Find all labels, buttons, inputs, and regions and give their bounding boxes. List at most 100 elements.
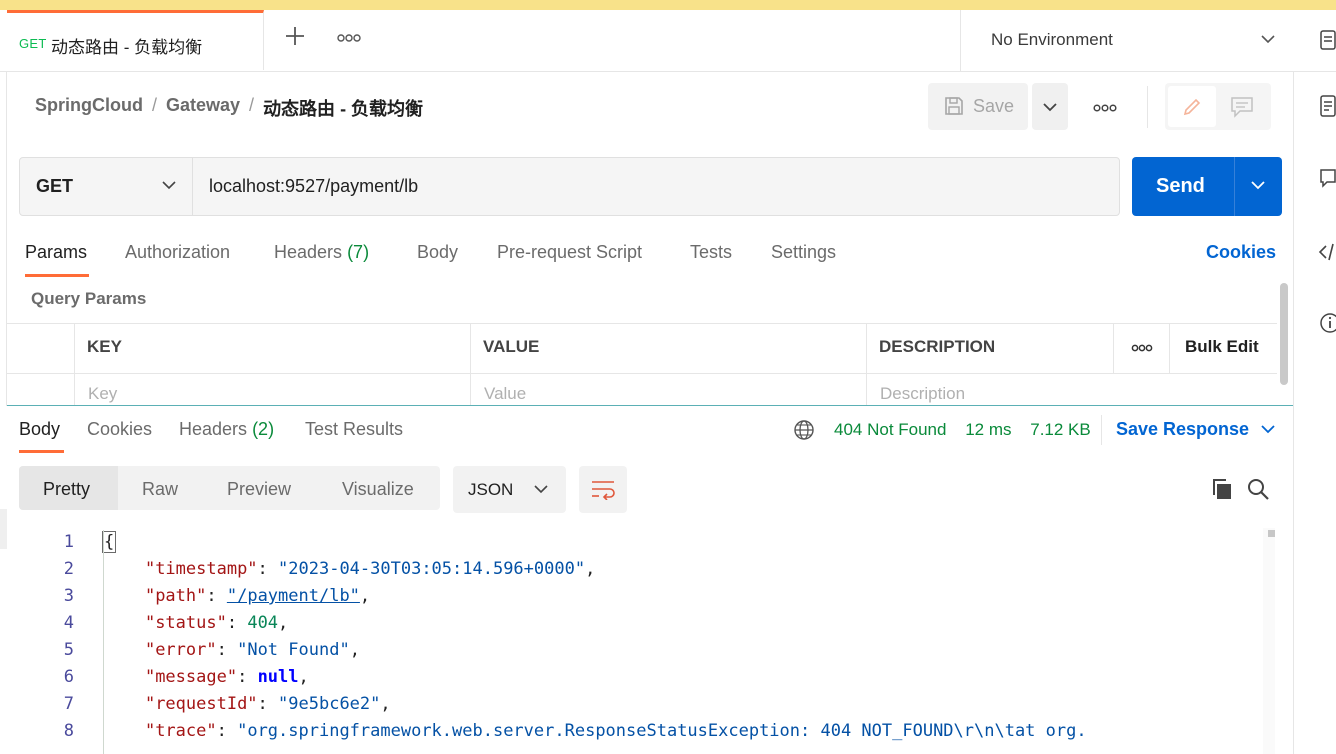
line-number: 8	[63, 721, 74, 741]
wrap-lines-button[interactable]	[579, 466, 627, 513]
code-line: "status": 404,	[144, 613, 289, 633]
response-tab-headers[interactable]: Headers (2)	[179, 419, 274, 440]
tab-body[interactable]: Body	[417, 242, 458, 263]
tab-authorization[interactable]: Authorization	[125, 242, 230, 263]
response-scrollbar-thumb[interactable]	[1268, 530, 1275, 537]
request-scrollbar[interactable]	[1280, 283, 1288, 385]
tab-headers[interactable]: Headers (7)	[274, 242, 369, 263]
save-response-label: Save Response	[1116, 419, 1250, 439]
tab-params[interactable]: Params	[25, 242, 87, 263]
left-edge-border	[6, 71, 7, 406]
method-value: GET	[36, 176, 74, 196]
save-label: Save	[973, 96, 1015, 116]
breadcrumb-request[interactable]: 动态路由 - 负载均衡	[263, 95, 423, 121]
breadcrumb-separator: /	[249, 95, 255, 115]
response-tab-cookies[interactable]: Cookies	[87, 419, 152, 440]
json-key: "status"	[144, 613, 227, 633]
response-tab-body[interactable]: Body	[19, 419, 60, 440]
language-select[interactable]: JSON	[453, 466, 566, 513]
info-icon[interactable]	[1318, 311, 1336, 335]
tab-pre-request-script[interactable]: Pre-request Script	[497, 242, 642, 263]
code-line: "message": null,	[144, 667, 309, 687]
breadcrumb: SpringCloud / Gateway / 动态路由 - 负载均衡	[35, 95, 423, 121]
breadcrumb-collection[interactable]: SpringCloud	[35, 95, 143, 121]
more-tabs-icon[interactable]	[337, 33, 361, 43]
status-code[interactable]: 404 Not Found	[834, 420, 946, 439]
format-pretty[interactable]: Pretty	[43, 479, 90, 500]
request-tab-active[interactable]: GET 动态路由 - 负载均衡	[7, 10, 264, 70]
chevron-down-icon[interactable]	[1260, 32, 1276, 46]
edit-mode-button[interactable]	[1168, 86, 1216, 127]
top-accent-bar	[0, 0, 1336, 10]
line-number: 7	[63, 694, 74, 714]
save-options-button[interactable]	[1032, 83, 1068, 130]
format-preview[interactable]: Preview	[227, 479, 291, 500]
comments-icon[interactable]	[1318, 166, 1336, 190]
key-input[interactable]: Key	[88, 384, 117, 404]
column-options-icon[interactable]	[1131, 344, 1153, 352]
globe-icon[interactable]	[793, 419, 815, 441]
format-raw[interactable]: Raw	[142, 479, 178, 500]
right-sidebar-border	[1293, 71, 1294, 754]
tab-headers-label: Headers	[274, 242, 343, 262]
response-scrollbar[interactable]	[1263, 528, 1275, 754]
save-button[interactable]: Save	[928, 83, 1028, 130]
chevron-down-icon	[162, 181, 176, 190]
json-value: "org.springframework.web.server.Response…	[237, 721, 1087, 741]
tab-tests[interactable]: Tests	[690, 242, 732, 263]
value-input[interactable]: Value	[484, 384, 526, 404]
code-line: "error": "Not Found",	[144, 640, 360, 660]
response-time[interactable]: 12 ms	[965, 420, 1011, 439]
response-body-editor[interactable]: 1 2 3 4 5 6 7 8 { "timestamp": "2023-04-…	[0, 528, 1262, 754]
table-divider	[74, 323, 75, 406]
column-header-key: KEY	[87, 337, 122, 356]
description-input[interactable]: Description	[880, 384, 965, 404]
url-input[interactable]: localhost:9527/payment/lb	[209, 176, 418, 197]
json-key: "timestamp"	[144, 559, 258, 579]
pencil-icon	[1183, 98, 1201, 116]
chevron-down-icon	[534, 485, 548, 494]
json-key: "message"	[144, 667, 238, 687]
breadcrumb-separator: /	[151, 95, 157, 115]
table-divider	[1169, 323, 1170, 373]
save-icon	[945, 97, 963, 115]
format-visualize[interactable]: Visualize	[342, 479, 414, 500]
save-response-button[interactable]: Save Response	[1116, 419, 1276, 440]
environment-quick-look-icon[interactable]	[1318, 28, 1336, 52]
pane-resize-handle[interactable]	[7, 405, 1293, 406]
new-tab-icon[interactable]	[284, 25, 306, 47]
tab-settings[interactable]: Settings	[771, 242, 836, 263]
response-tab-test-results[interactable]: Test Results	[305, 419, 403, 440]
send-label: Send	[1156, 175, 1205, 197]
toolbar-divider	[1147, 86, 1148, 128]
line-number: 4	[63, 613, 74, 633]
breadcrumb-folder[interactable]: Gateway	[166, 95, 240, 121]
table-border	[7, 323, 1277, 324]
code-gutter-divider	[103, 530, 104, 754]
comment-mode-icon[interactable]	[1230, 96, 1254, 118]
json-value: "2023-04-30T03:05:14.596+0000"	[278, 559, 586, 579]
chevron-down-icon[interactable]	[1250, 179, 1266, 191]
search-icon[interactable]	[1246, 477, 1270, 501]
response-size[interactable]: 7.12 KB	[1030, 420, 1091, 439]
method-select[interactable]: GET	[19, 157, 193, 216]
json-key: "requestId"	[144, 694, 258, 714]
more-options-icon[interactable]	[1093, 104, 1117, 112]
response-divider	[1101, 415, 1102, 445]
bulk-edit-button[interactable]: Bulk Edit	[1185, 337, 1259, 357]
tab-headers-count: (7)	[347, 242, 370, 262]
table-border	[7, 373, 1277, 374]
json-value: "9e5bc6e2"	[278, 694, 381, 714]
documentation-icon[interactable]	[1318, 94, 1336, 118]
response-tab-headers-count: (2)	[252, 419, 275, 439]
send-button[interactable]: Send	[1132, 157, 1282, 216]
copy-icon[interactable]	[1210, 477, 1234, 501]
code-line: {	[102, 531, 117, 553]
send-divider	[1234, 157, 1235, 216]
code-icon[interactable]	[1318, 240, 1336, 264]
response-tab-headers-label: Headers	[179, 419, 248, 439]
json-value-link[interactable]: "/payment/lb"	[227, 586, 360, 606]
cookies-link[interactable]: Cookies	[1206, 242, 1276, 263]
json-key: "path"	[144, 586, 207, 606]
environment-selector[interactable]: No Environment	[991, 30, 1113, 50]
